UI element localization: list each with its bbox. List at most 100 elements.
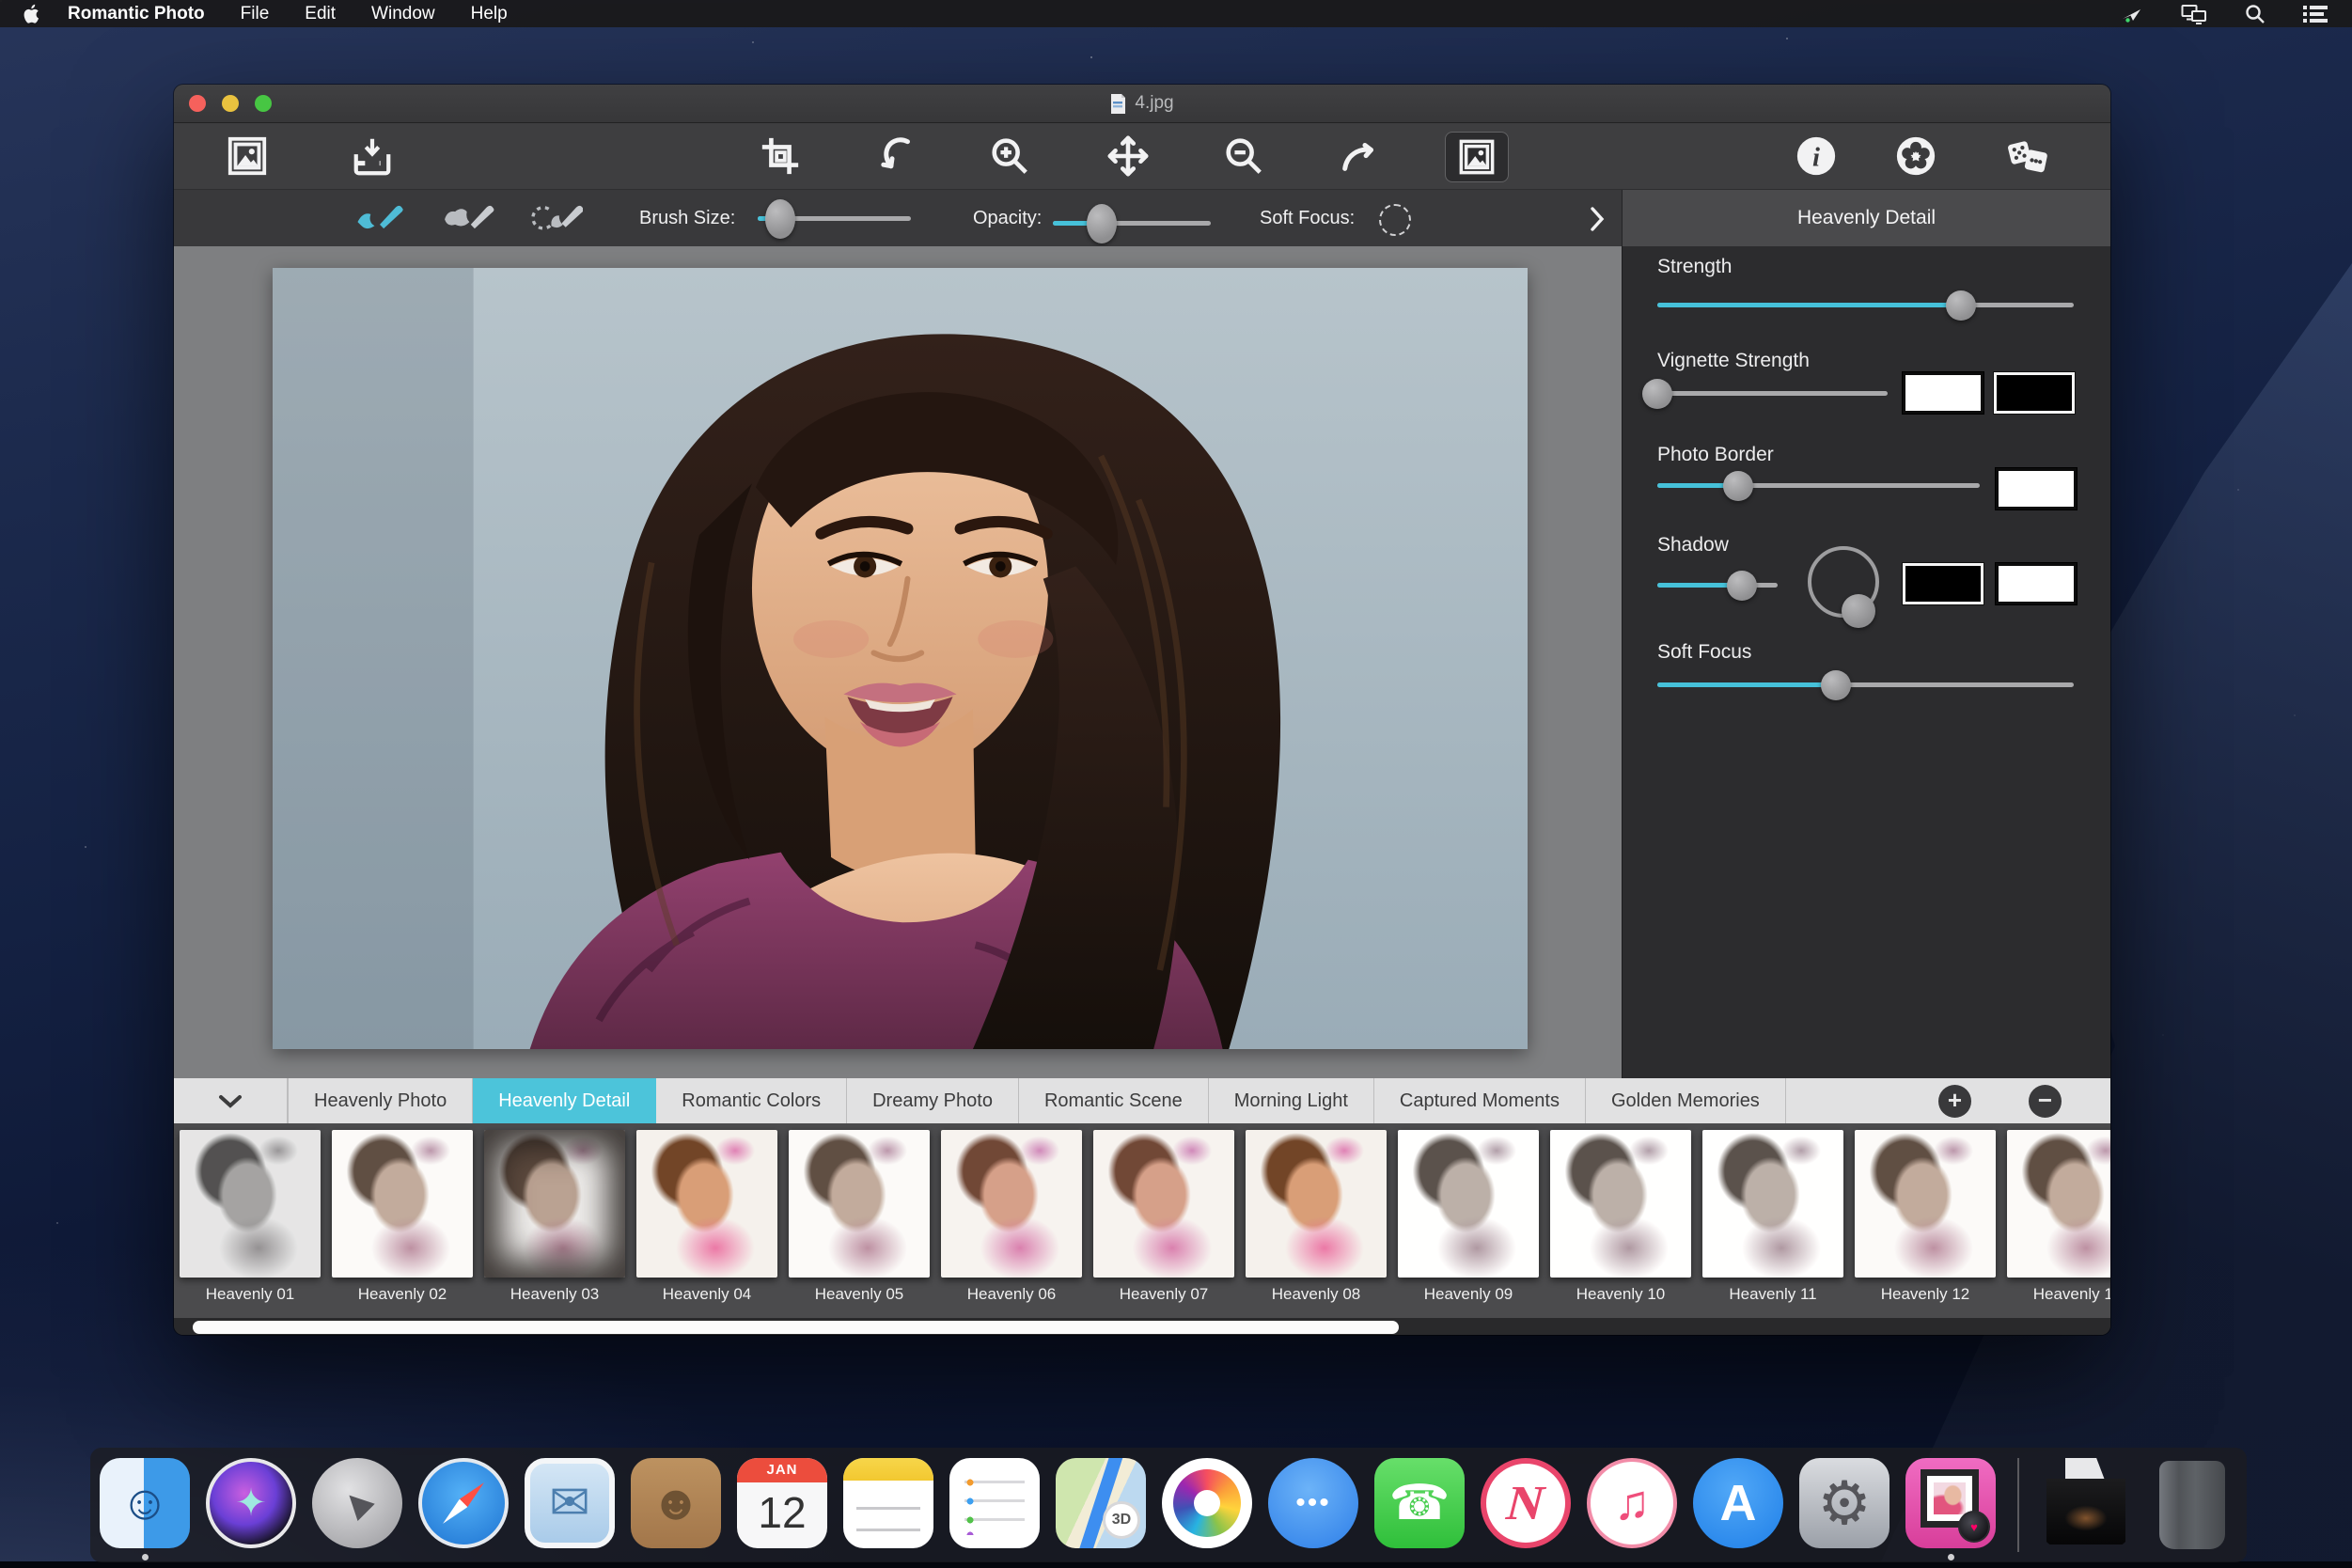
collapse-presets-button[interactable] — [174, 1078, 288, 1123]
dock-facetime[interactable]: ☎ — [1374, 1450, 1465, 1560]
dock-system-preferences[interactable]: ⚙ — [1799, 1450, 1889, 1560]
title-bar[interactable]: 4.jpg — [174, 85, 2110, 123]
brush-size-slider[interactable] — [758, 216, 911, 221]
vignette-color-light[interactable] — [1903, 372, 1984, 414]
filmstrip-item[interactable]: Heavenly 02 — [332, 1123, 473, 1318]
open-image-button[interactable] — [226, 134, 269, 178]
dock-siri[interactable]: ✦ — [206, 1450, 296, 1560]
photo-border-slider[interactable] — [1657, 483, 1980, 488]
move-button[interactable] — [1106, 134, 1150, 178]
dock-news[interactable]: N — [1481, 1450, 1571, 1560]
preset-thumbnail[interactable] — [789, 1130, 930, 1278]
remote-cursor-icon[interactable] — [2121, 4, 2143, 24]
filmstrip-item[interactable]: Heavenly 13 — [2007, 1123, 2110, 1318]
dock-calendar[interactable]: JAN12 — [737, 1450, 827, 1560]
info-button[interactable]: i — [1795, 134, 1838, 178]
preset-thumbnail[interactable] — [636, 1130, 777, 1278]
dock-app-store[interactable]: A — [1693, 1450, 1783, 1560]
filmstrip-item[interactable]: Heavenly 09 — [1398, 1123, 1539, 1318]
preset-thumbnail[interactable] — [180, 1130, 321, 1278]
vignette-slider[interactable] — [1657, 391, 1888, 396]
spotlight-search-icon[interactable] — [2245, 4, 2266, 24]
image-adjust-button[interactable] — [1445, 132, 1509, 182]
random-preset-button[interactable] — [2006, 134, 2049, 178]
tab-heavenly-photo[interactable]: Heavenly Photo — [288, 1078, 473, 1123]
rotate-right-button[interactable] — [1338, 134, 1381, 178]
dock-photos[interactable] — [1162, 1450, 1252, 1560]
preset-thumbnail[interactable] — [1246, 1130, 1387, 1278]
shadow-angle-knob[interactable] — [1842, 594, 1875, 628]
notification-list-icon[interactable] — [2303, 5, 2328, 24]
brush-blob-tool[interactable] — [440, 200, 496, 236]
chevron-right-icon[interactable] — [1589, 206, 1606, 238]
remove-preset-button[interactable]: − — [2029, 1085, 2062, 1118]
soft-focus-slider[interactable] — [1657, 682, 2074, 687]
shadow-angle-dial[interactable] — [1808, 546, 1879, 618]
preset-thumbnail[interactable] — [2007, 1130, 2110, 1278]
filmstrip-item[interactable]: Heavenly 06 — [941, 1123, 1082, 1318]
filmstrip-item[interactable]: Heavenly 04 — [636, 1123, 777, 1318]
filmstrip-item[interactable]: Heavenly 12 — [1855, 1123, 1996, 1318]
filmstrip-item[interactable]: Heavenly 11 — [1702, 1123, 1843, 1318]
apple-menu[interactable] — [23, 4, 41, 24]
opacity-slider[interactable] — [1053, 221, 1211, 226]
dock-mail[interactable]: ✉ — [525, 1450, 615, 1560]
crop-button[interactable] — [759, 134, 802, 178]
dock-music[interactable]: ♫ — [1587, 1450, 1677, 1560]
zoom-in-button[interactable] — [988, 134, 1031, 178]
vignette-color-dark[interactable] — [1994, 372, 2075, 414]
edited-photo[interactable] — [273, 268, 1528, 1049]
tab-morning-light[interactable]: Morning Light — [1209, 1078, 1374, 1123]
shadow-slider[interactable] — [1657, 583, 1778, 588]
dock-downloads[interactable] — [2041, 1450, 2131, 1560]
dock-messages[interactable]: ••• — [1268, 1450, 1358, 1560]
menu-file[interactable]: File — [241, 4, 270, 24]
filmstrip-item[interactable]: Heavenly 08 — [1246, 1123, 1387, 1318]
menu-help[interactable]: Help — [471, 4, 508, 24]
dock-notes[interactable] — [843, 1450, 933, 1560]
filmstrip-item[interactable]: Heavenly 10 — [1550, 1123, 1691, 1318]
dock-romantic-photo[interactable]: ♥ — [1905, 1450, 1996, 1560]
soft-focus-brush-icon[interactable] — [1379, 204, 1411, 236]
effects-button[interactable] — [1894, 134, 1937, 178]
tab-dreamy-photo[interactable]: Dreamy Photo — [847, 1078, 1019, 1123]
horizontal-scrollbar[interactable] — [193, 1321, 1399, 1334]
photo-border-color[interactable] — [1996, 468, 2077, 510]
filmstrip-item[interactable]: Heavenly 07 — [1093, 1123, 1234, 1318]
brush-erase-tool[interactable] — [528, 200, 585, 236]
preset-thumbnail[interactable] — [1093, 1130, 1234, 1278]
add-preset-button[interactable]: + — [1938, 1085, 1971, 1118]
preset-thumbnail[interactable] — [1702, 1130, 1843, 1278]
save-image-button[interactable] — [351, 134, 394, 178]
dock-maps[interactable]: 3D — [1056, 1450, 1146, 1560]
canvas-area[interactable] — [174, 246, 1622, 1078]
menu-window[interactable]: Window — [371, 4, 435, 24]
preset-thumbnail[interactable] — [1398, 1130, 1539, 1278]
tab-captured-moments[interactable]: Captured Moments — [1374, 1078, 1586, 1123]
dock-reminders[interactable] — [949, 1450, 1040, 1560]
zoom-out-button[interactable] — [1222, 134, 1265, 178]
tab-romantic-colors[interactable]: Romantic Colors — [656, 1078, 847, 1123]
dock-contacts[interactable]: ☻ — [631, 1450, 721, 1560]
app-menu-title[interactable]: Romantic Photo — [68, 4, 205, 24]
shadow-color-light[interactable] — [1996, 563, 2077, 604]
preset-thumbnail[interactable] — [1550, 1130, 1691, 1278]
rotate-left-button[interactable] — [875, 134, 918, 178]
tab-heavenly-detail[interactable]: Heavenly Detail — [473, 1078, 656, 1123]
preset-thumbnail[interactable] — [332, 1130, 473, 1278]
tab-romantic-scene[interactable]: Romantic Scene — [1019, 1078, 1209, 1123]
dock-finder[interactable]: ☺ — [100, 1450, 190, 1560]
filmstrip-item[interactable]: Heavenly 01 — [180, 1123, 321, 1318]
preset-thumbnail[interactable] — [941, 1130, 1082, 1278]
filmstrip-item[interactable]: Heavenly 05 — [789, 1123, 930, 1318]
filmstrip-item[interactable]: Heavenly 03 — [484, 1123, 625, 1318]
shadow-color-dark[interactable] — [1903, 563, 1984, 604]
dock-trash[interactable] — [2147, 1450, 2237, 1560]
preset-thumbnail[interactable] — [1855, 1130, 1996, 1278]
displays-icon[interactable] — [2181, 4, 2207, 24]
dock-launchpad[interactable]: ▲ — [312, 1450, 402, 1560]
strength-slider[interactable] — [1657, 303, 2074, 307]
tab-golden-memories[interactable]: Golden Memories — [1586, 1078, 1786, 1123]
menu-edit[interactable]: Edit — [305, 4, 336, 24]
preset-thumbnail[interactable] — [484, 1130, 625, 1278]
